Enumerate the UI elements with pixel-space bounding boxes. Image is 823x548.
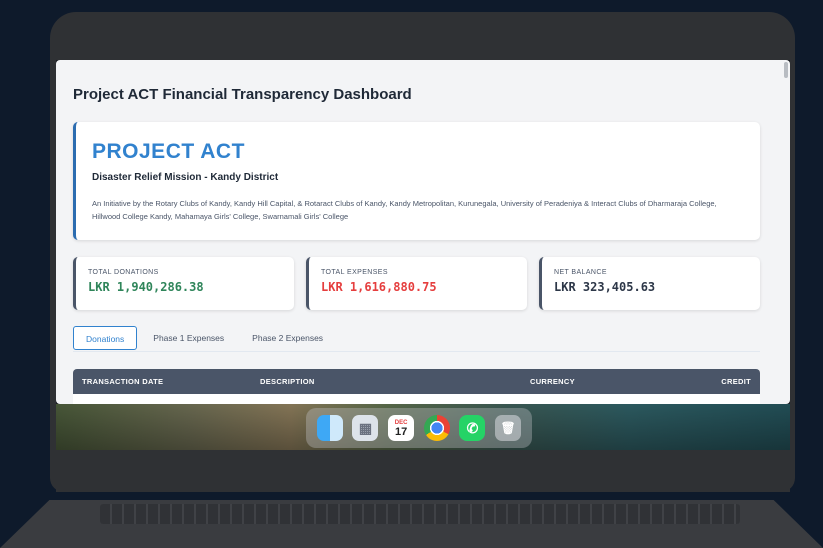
column-header-description[interactable]: DESCRIPTION bbox=[260, 377, 315, 386]
project-subtitle: Disaster Relief Mission - Kandy District bbox=[92, 172, 279, 183]
tab-phase-1-expenses[interactable]: Phase 1 Expenses bbox=[141, 326, 236, 350]
project-title: PROJECT ACT bbox=[92, 140, 245, 163]
dock: ▦ DEC 17 ✆ 🗑 bbox=[306, 408, 532, 448]
finder-icon[interactable] bbox=[316, 415, 343, 441]
calendar-day: 17 bbox=[395, 425, 408, 438]
laptop-bezel-bottom bbox=[56, 450, 790, 492]
stat-total-expenses: TOTAL EXPENSES LKR 1,616,880.75 bbox=[306, 257, 527, 310]
column-header-currency[interactable]: CURRENCY bbox=[530, 377, 575, 386]
stat-label: TOTAL EXPENSES bbox=[321, 269, 388, 276]
keyboard bbox=[100, 504, 740, 524]
stat-value: LKR 323,405.63 bbox=[554, 280, 656, 294]
page-title: Project ACT Financial Transparency Dashb… bbox=[73, 86, 412, 103]
trash-icon[interactable]: 🗑 bbox=[495, 415, 522, 441]
table-row[interactable] bbox=[73, 394, 760, 404]
tab-donations[interactable]: Donations bbox=[73, 326, 138, 350]
chrome-icon[interactable] bbox=[423, 415, 450, 441]
tab-phase-2-expenses[interactable]: Phase 2 Expenses bbox=[240, 326, 335, 350]
stat-label: TOTAL DONATIONS bbox=[88, 269, 159, 276]
stat-total-donations: TOTAL DONATIONS LKR 1,940,286.38 bbox=[73, 257, 294, 310]
stat-net-balance: NET BALANCE LKR 323,405.63 bbox=[539, 257, 760, 310]
project-description: An Initiative by the Rotary Clubs of Kan… bbox=[92, 199, 717, 221]
table-header: TRANSACTION DATE DESCRIPTION CURRENCY CR… bbox=[73, 369, 760, 394]
stat-label: NET BALANCE bbox=[554, 269, 607, 276]
scrollbar[interactable] bbox=[784, 62, 788, 78]
stat-value: LKR 1,616,880.75 bbox=[321, 280, 437, 294]
project-card: PROJECT ACT Disaster Relief Mission - Ka… bbox=[73, 122, 760, 240]
tab-bar: Donations Phase 1 Expenses Phase 2 Expen… bbox=[73, 326, 760, 352]
calendar-icon[interactable]: DEC 17 bbox=[388, 415, 415, 441]
stat-value: LKR 1,940,286.38 bbox=[88, 280, 204, 294]
launchpad-icon[interactable]: ▦ bbox=[352, 415, 379, 441]
browser-window: Project ACT Financial Transparency Dashb… bbox=[56, 60, 790, 404]
column-header-credit[interactable]: CREDIT bbox=[721, 377, 751, 386]
column-header-transaction-date[interactable]: TRANSACTION DATE bbox=[82, 377, 163, 386]
whatsapp-icon[interactable]: ✆ bbox=[459, 415, 486, 441]
